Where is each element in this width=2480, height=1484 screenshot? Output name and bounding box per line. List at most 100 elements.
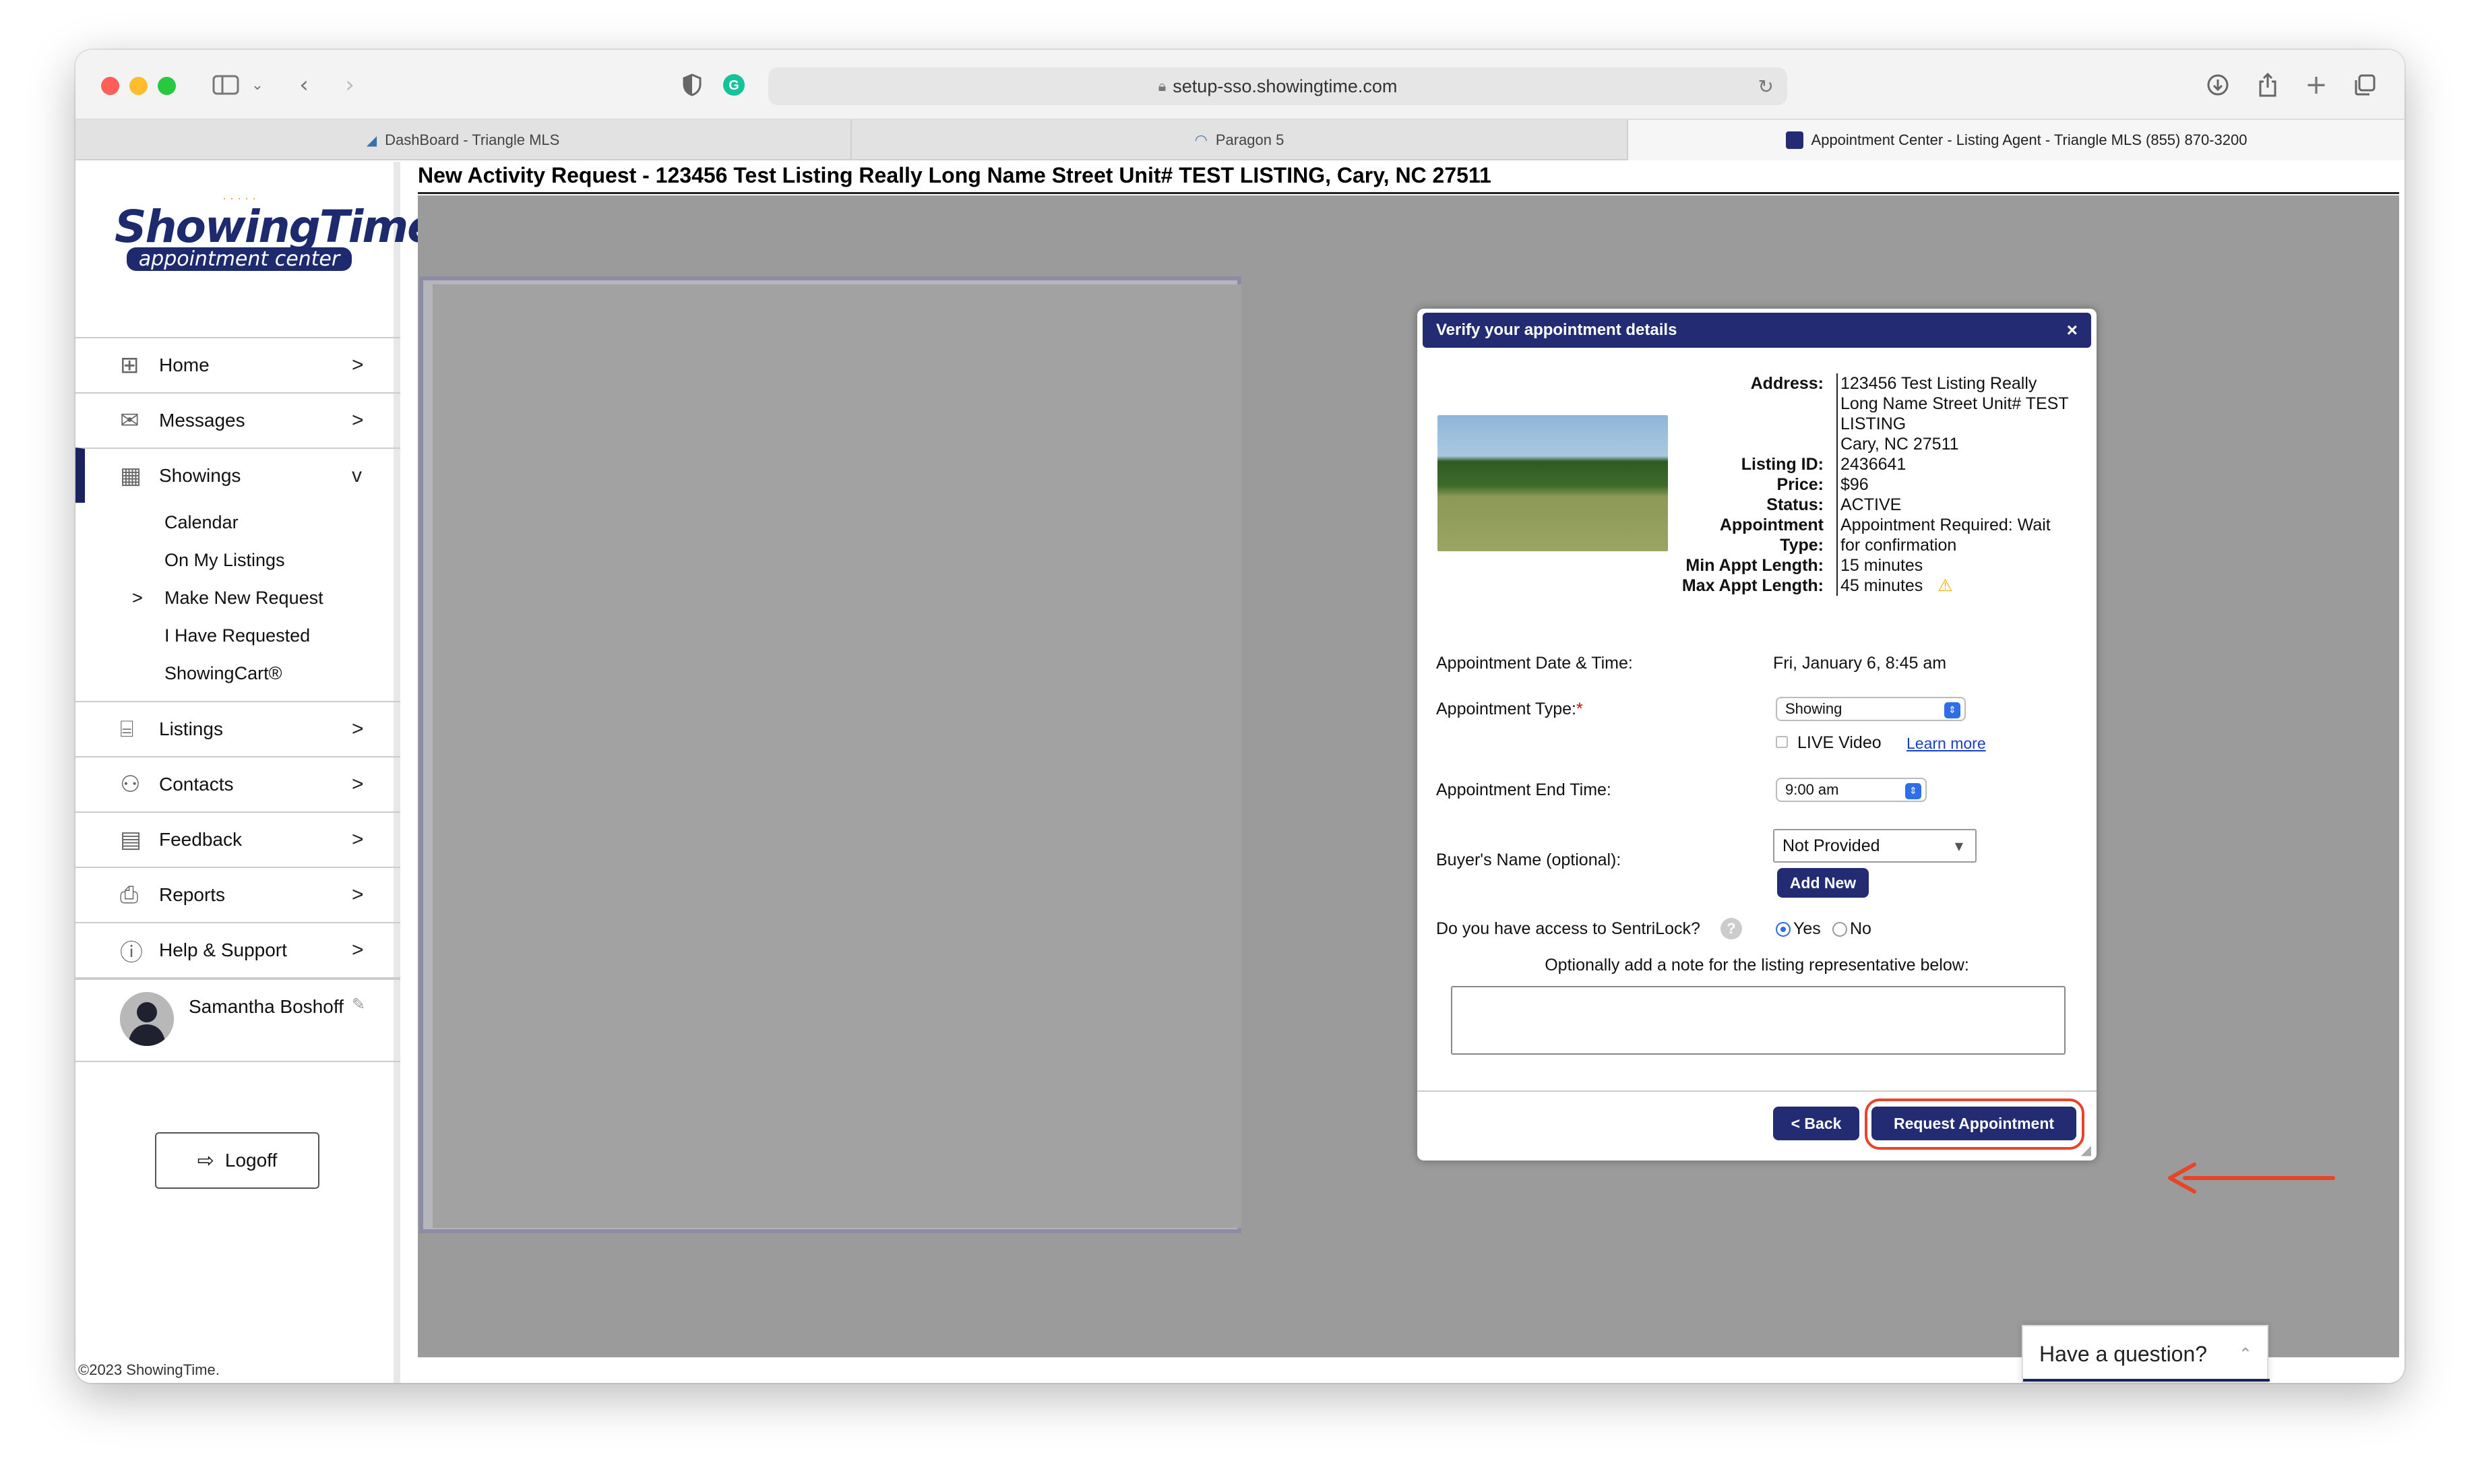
sentrilock-label: Do you have access to SentriLock? bbox=[1436, 919, 1700, 938]
minimize-window-button[interactable] bbox=[129, 77, 148, 95]
dropdown-caret-icon: ▼ bbox=[1954, 839, 1963, 853]
chevron-down-icon[interactable]: ⌄ bbox=[245, 69, 270, 101]
nav-messages[interactable]: ✉ Messages > bbox=[75, 392, 400, 447]
sentrilock-no-label: No bbox=[1850, 919, 1871, 938]
help-circle-icon: ⓘ bbox=[120, 939, 143, 966]
subnav-make-new-request[interactable]: Make New Request bbox=[164, 588, 323, 609]
nav-help-support[interactable]: ⓘ Help & Support > bbox=[75, 922, 400, 979]
resize-grip-icon[interactable]: ◢ bbox=[2081, 1142, 2091, 1158]
forward-arrow-icon[interactable]: › bbox=[333, 69, 367, 101]
new-tab-icon[interactable]: + bbox=[2299, 69, 2333, 101]
warning-icon: ⚠ bbox=[1938, 576, 1953, 595]
subnav-on-my-listings[interactable]: On My Listings bbox=[164, 550, 285, 571]
address-label: Address: bbox=[1750, 374, 1824, 393]
logo-text: ShowingTime bbox=[115, 201, 437, 253]
close-icon[interactable]: × bbox=[2067, 319, 2078, 341]
tab-overview-icon[interactable] bbox=[2348, 69, 2382, 101]
nav-contacts[interactable]: ⚇ Contacts > bbox=[75, 756, 400, 811]
page-title: New Activity Request - 123456 Test Listi… bbox=[418, 163, 2399, 194]
sign-icon: ⌸ bbox=[120, 716, 134, 743]
address-line: Cary, NC 27511 bbox=[1840, 435, 1959, 454]
nav-showings[interactable]: ▦ Showings v bbox=[75, 447, 400, 503]
nav-label: Feedback bbox=[159, 829, 242, 850]
share-icon[interactable] bbox=[2251, 69, 2285, 101]
max-length-value: 45 minutes bbox=[1840, 576, 1923, 595]
nav-label: Contacts bbox=[159, 774, 234, 795]
chevron-down-icon: v bbox=[352, 464, 362, 487]
showingtime-logo[interactable]: · · · · · ShowingTime™ appointment cente… bbox=[115, 192, 448, 290]
price-value: $96 bbox=[1840, 475, 1869, 494]
address-line: 123456 Test Listing Really bbox=[1840, 374, 2037, 393]
shield-icon[interactable] bbox=[675, 69, 709, 101]
appointment-type-select[interactable]: Showing ⇕ bbox=[1776, 697, 1966, 721]
logoff-label: Logoff bbox=[224, 1150, 278, 1171]
nav-label: Messages bbox=[159, 410, 245, 431]
close-window-button[interactable] bbox=[101, 77, 119, 95]
select-arrows-icon: ⇕ bbox=[1944, 702, 1960, 718]
sentrilock-no-radio[interactable] bbox=[1832, 922, 1847, 937]
back-arrow-icon[interactable]: ‹ bbox=[287, 69, 321, 101]
copyright: ©2023 ShowingTime. bbox=[78, 1361, 220, 1378]
help-question-icon[interactable]: ? bbox=[1720, 918, 1742, 939]
note-prompt: Optionally add a note for the listing re… bbox=[1545, 956, 1969, 975]
edit-icon[interactable]: ✎ bbox=[352, 995, 365, 1014]
dialog-header: Verify your appointment details × bbox=[1423, 313, 2091, 348]
triangle-mls-icon: ◢ bbox=[366, 133, 377, 148]
sidebar-toggle-icon[interactable] bbox=[202, 69, 249, 101]
download-icon[interactable] bbox=[2201, 69, 2235, 101]
end-time-select[interactable]: 9:00 am ⇕ bbox=[1776, 778, 1927, 802]
grammarly-icon[interactable]: G bbox=[717, 69, 751, 101]
nav-feedback[interactable]: ▤ Feedback > bbox=[75, 811, 400, 867]
logoff-button[interactable]: ⇨ Logoff bbox=[155, 1132, 319, 1189]
sentrilock-yes-label: Yes bbox=[1793, 919, 1821, 938]
appointment-type-label: Appointment bbox=[1719, 516, 1824, 534]
nav-reports[interactable]: ⎙ Reports > bbox=[75, 867, 400, 922]
main-content: New Activity Request - 123456 Test Listi… bbox=[418, 162, 2405, 1383]
tab-paragon[interactable]: ◠ Paragon 5 bbox=[852, 120, 1628, 160]
browser-tabs: ◢ DashBoard - Triangle MLS ◠ Paragon 5 A… bbox=[75, 120, 2405, 160]
avatar[interactable] bbox=[120, 992, 174, 1046]
nav-label: Home bbox=[159, 354, 210, 375]
tab-label: DashBoard - Triangle MLS bbox=[385, 131, 560, 148]
back-button[interactable]: < Back bbox=[1773, 1107, 1859, 1140]
live-video-checkbox[interactable] bbox=[1776, 736, 1788, 748]
subnav-i-have-requested[interactable]: I Have Requested bbox=[164, 625, 310, 646]
subnav-showingcart[interactable]: ShowingCart® bbox=[164, 663, 282, 684]
subnav-calendar[interactable]: Calendar bbox=[164, 512, 239, 533]
nav-home[interactable]: ⊞ Home > bbox=[75, 337, 400, 392]
listing-id-value: 2436641 bbox=[1840, 455, 1906, 474]
select-value: Showing bbox=[1785, 700, 1842, 717]
calendar-grid bbox=[433, 284, 1241, 1228]
buyer-name-select[interactable]: Not Provided ▼ bbox=[1773, 829, 1977, 863]
nav-label: Listings bbox=[159, 718, 223, 739]
url-text: setup-sso.showingtime.com bbox=[1173, 75, 1398, 96]
chevron-right-icon: > bbox=[352, 718, 364, 740]
nav-listings[interactable]: ⌸ Listings > bbox=[75, 701, 400, 756]
sentrilock-yes-radio[interactable] bbox=[1776, 922, 1791, 937]
verify-appointment-dialog: Verify your appointment details × Addres… bbox=[1417, 309, 2097, 1161]
tab-appointment-center[interactable]: Appointment Center - Listing Agent - Tri… bbox=[1628, 120, 2405, 160]
required-marker: * bbox=[1576, 700, 1583, 718]
chevron-right-icon: > bbox=[352, 409, 364, 431]
chevron-up-icon: ⌃ bbox=[2238, 1344, 2252, 1363]
browser-toolbar: ⌄ ‹ › G 🔒︎ setup-sso.showingtime.com ↻ + bbox=[75, 50, 2405, 120]
envelope-icon: ✉ bbox=[120, 407, 140, 434]
user-name: Samantha Boshoff bbox=[189, 996, 344, 1017]
zoom-window-button[interactable] bbox=[158, 77, 176, 95]
sidebar: · · · · · ShowingTime™ appointment cente… bbox=[75, 162, 448, 1383]
chevron-right-icon: > bbox=[352, 939, 364, 961]
tab-dashboard[interactable]: ◢ DashBoard - Triangle MLS bbox=[75, 120, 852, 160]
address-bar[interactable]: 🔒︎ setup-sso.showingtime.com ↻ bbox=[768, 67, 1787, 105]
learn-more-link[interactable]: Learn more bbox=[1906, 735, 1986, 753]
note-textarea[interactable] bbox=[1451, 986, 2066, 1055]
home-grid-icon: ⊞ bbox=[120, 352, 140, 379]
add-new-buyer-button[interactable]: Add New bbox=[1777, 868, 1869, 898]
have-a-question-widget[interactable]: Have a question? ⌃ bbox=[2022, 1325, 2270, 1383]
request-appointment-button[interactable]: Request Appointment bbox=[1871, 1107, 2076, 1140]
reload-icon[interactable]: ↻ bbox=[1758, 75, 1774, 98]
annotation-arrow-icon bbox=[2168, 1163, 2335, 1194]
browser-window: ⌄ ‹ › G 🔒︎ setup-sso.showingtime.com ↻ +… bbox=[75, 50, 2405, 1383]
appointment-type-value-cont: for confirmation bbox=[1840, 536, 1957, 555]
date-time-label: Appointment Date & Time: bbox=[1436, 654, 1633, 673]
calendar-icon: ▦ bbox=[120, 462, 142, 489]
